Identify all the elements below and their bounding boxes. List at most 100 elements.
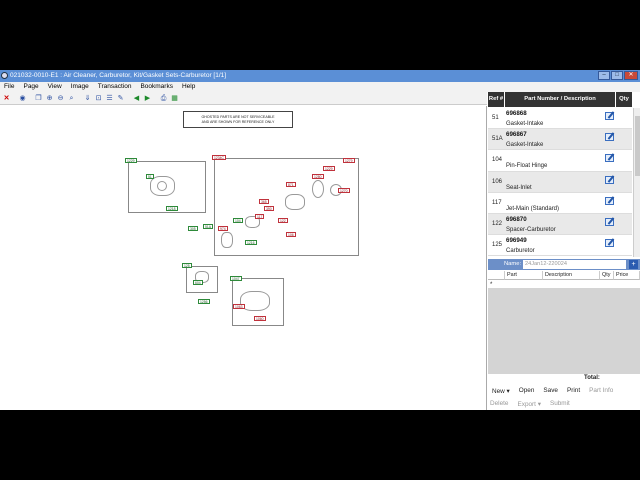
new-order-button[interactable]: New ▾ [492,387,510,395]
order-qty-header[interactable]: Qty [600,271,614,280]
name-label: Name: [504,261,522,267]
submit-button[interactable]: Submit [550,400,570,408]
parts-row[interactable]: 117 Jet-Main (Standard) [488,192,632,214]
forward-icon[interactable]: ▶ [143,94,152,103]
callout-tag[interactable]: 106 [286,232,296,237]
print-button[interactable]: Print [567,387,580,395]
callout-tag[interactable]: 1047 [230,276,242,281]
open-button[interactable]: Open [519,387,535,395]
callout-tag[interactable]: 51 [146,174,154,179]
row-selector-header [488,271,505,280]
list-icon[interactable]: ☰ [105,94,114,103]
gasket-ring-part[interactable] [312,180,324,198]
add-to-order-icon[interactable] [605,154,614,163]
float-bowl-part[interactable] [285,194,305,210]
menu-image[interactable]: Image [71,82,89,92]
grid-icon[interactable]: ▦ [170,94,179,103]
parts-row[interactable]: 122 696870 Spacer-Carburetor [488,213,632,236]
callout-tag[interactable]: 104 [233,218,243,223]
copy-icon[interactable]: ❐ [34,94,43,103]
back-icon[interactable]: ◀ [132,94,141,103]
callout-tag[interactable]: 125 [182,263,192,268]
edit-icon[interactable]: ✎ [116,94,125,103]
zoom-in-icon[interactable]: ⊕ [45,94,54,103]
callout-tag[interactable]: 1229 [323,166,335,171]
order-actions: New ▾ Open Save Print Part Info [492,387,613,395]
order-name-field[interactable]: 24Jan12-220024 [523,260,626,269]
maximize-button[interactable]: □ [611,71,623,80]
ref-column-header[interactable]: Ref # [488,92,504,107]
new-row-marker: * [490,282,493,288]
callout-tag[interactable]: 51A [203,224,214,229]
parts-scrollbar[interactable] [633,108,640,257]
part-description: Seat-Inlet [506,184,532,191]
parts-row[interactable]: 125 696949 Carburetor [488,235,632,257]
callout-tag[interactable]: 1060 [254,316,266,321]
air-cleaner-ring[interactable] [157,181,167,191]
callout-tag[interactable]: 1270 [338,188,350,193]
menu-view[interactable]: View [48,82,62,92]
minimize-button[interactable]: – [598,71,610,80]
ref-number: 51A [492,136,503,143]
callout-tag[interactable]: 974 [218,226,228,231]
close-button[interactable]: ✕ [624,71,638,80]
part-description: Carburetor [506,248,535,255]
add-to-order-icon[interactable] [605,217,614,226]
zoom-out-icon[interactable]: ⊖ [56,94,65,103]
part-column-header[interactable]: Part Number / Description [505,92,615,107]
help-icon[interactable]: ◉ [18,94,27,103]
callout-tag[interactable]: 1256 [198,299,210,304]
menu-help[interactable]: Help [182,82,195,92]
callout-tag[interactable]: 871 [286,182,296,187]
add-to-order-icon[interactable] [605,196,614,205]
callout-tag[interactable]: 1216 [245,240,257,245]
order-part-header[interactable]: Part [505,271,543,280]
intake-part[interactable] [221,232,233,248]
part-number: 696867 [506,131,527,139]
order-total-label: Total: [584,375,600,381]
close-document-icon[interactable]: ✕ [2,94,11,103]
add-order-icon[interactable]: + [629,260,638,269]
title-bar: 021032-0010-E1 : Air Cleaner, Carburetor… [0,70,640,82]
callout-tag[interactable]: 1234C [212,155,226,160]
callout-tag[interactable]: 305 [188,226,198,231]
callout-tag[interactable]: 390 [264,206,274,211]
menu-transaction[interactable]: Transaction [98,82,132,92]
parts-row[interactable]: 106 Seat-Inlet [488,171,632,193]
zoom-fit-icon[interactable]: ⌕ [67,94,76,103]
parts-row[interactable]: 51 696868 Gasket-Intake [488,108,632,130]
callout-tag[interactable]: 1063 [233,304,245,309]
menu-file[interactable]: File [4,82,14,92]
callout-tag[interactable]: 1280 [312,174,324,179]
callout-tag[interactable]: 1218 [166,206,178,211]
callout-tag[interactable]: 365 [259,199,269,204]
add-to-order-icon[interactable] [605,112,614,120]
arrow-down-icon[interactable]: ⇓ [83,94,92,103]
export-button[interactable]: Export ▾ [517,400,540,408]
order-new-row[interactable] [488,280,640,288]
parts-row[interactable]: 104 Pin-Float Hinge [488,150,632,172]
print-icon[interactable]: ⎙ [159,94,168,103]
qty-column-header[interactable]: Qty [616,92,632,107]
callout-tag[interactable]: 1229 [125,158,137,163]
part-info-button[interactable]: Part Info [589,387,613,395]
add-to-order-icon[interactable] [605,239,614,248]
parts-row[interactable]: 51A 696867 Gasket-Intake [488,129,632,151]
order-actions-secondary: Delete Export ▾ Submit [490,400,570,408]
part-description: Gasket-Intake [506,121,544,127]
order-description-header[interactable]: Description [543,271,600,280]
save-button[interactable]: Save [543,387,558,395]
scroll-thumb[interactable] [635,116,640,176]
add-to-order-icon[interactable] [605,175,614,184]
delete-button[interactable]: Delete [490,400,508,408]
add-to-order-icon[interactable] [605,133,614,142]
callout-tag[interactable]: 117 [255,214,265,219]
callout-tag[interactable]: 1279 [343,158,355,163]
callout-tag[interactable]: 604 [193,280,203,285]
menu-page[interactable]: Page [23,82,38,92]
diagram-canvas[interactable]: GHOSTED PARTS ARE NOT SERVICEABLE AND AR… [0,106,487,410]
menu-bookmarks[interactable]: Bookmarks [140,82,173,92]
order-price-header[interactable]: Price [614,271,640,280]
callout-tag[interactable]: 122 [278,218,288,223]
select-icon[interactable]: ⊡ [94,94,103,103]
